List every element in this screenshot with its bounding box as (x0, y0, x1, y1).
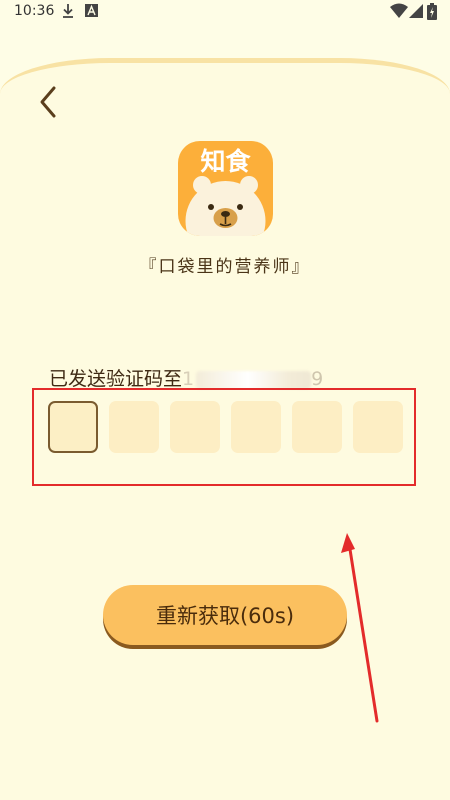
download-icon (63, 4, 73, 18)
wifi-icon (390, 3, 408, 18)
annotation-highlight-box (32, 388, 416, 486)
phone-suffix: 9 (311, 368, 324, 390)
status-time: 10:36 (14, 3, 55, 19)
resend-code-button[interactable]: 重新获取(60s) (103, 585, 347, 645)
code-sent-label: 已发送验证码至1 9 (49, 364, 323, 391)
a-notification-icon (85, 4, 98, 17)
status-bar: 10:36 (0, 0, 450, 24)
signal-icon (409, 4, 423, 18)
battery-charging-icon (427, 3, 437, 20)
app-slogan: 『口袋里的营养师』 (139, 257, 311, 277)
chevron-left-icon (40, 86, 56, 118)
annotation-arrow (341, 533, 379, 723)
masked-phone-number (196, 370, 312, 389)
phone-prefix: 1 (182, 368, 195, 390)
back-button[interactable] (30, 82, 70, 122)
code-sent-text: 已发送验证码至 (49, 368, 183, 390)
logo-text: 知食 (200, 147, 251, 176)
app-logo: 知食 (178, 141, 273, 236)
